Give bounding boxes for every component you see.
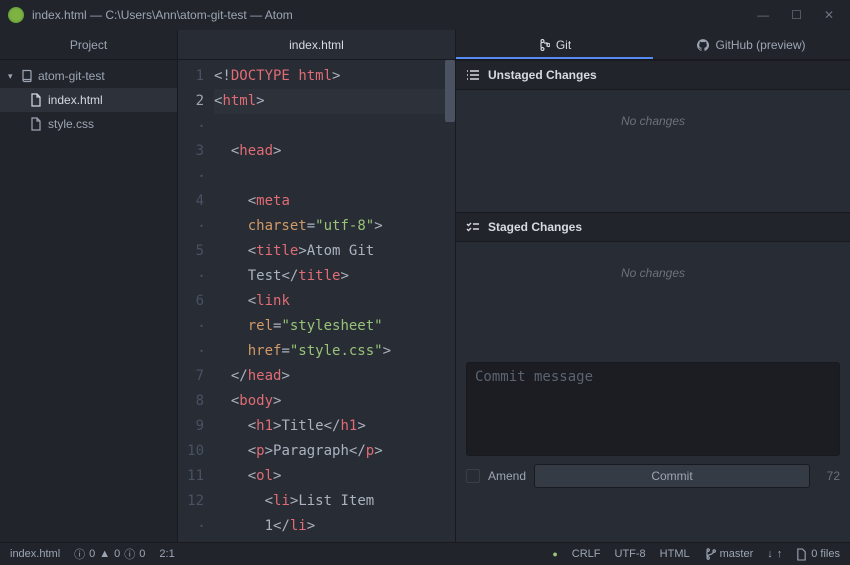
file-icon [30,93,48,107]
maximize-icon[interactable]: ☐ [791,8,802,22]
close-icon[interactable]: ✕ [824,8,834,22]
chevron-down-icon: ▾ [8,71,20,82]
file-icon [796,548,807,561]
git-tabs: Git GitHub (preview) [456,30,850,60]
status-grammar[interactable]: HTML [660,548,690,560]
commit-button[interactable]: Commit [534,464,810,488]
status-fetch[interactable]: ↓ ↑ [767,548,782,560]
editor-pane: index.html 12•3•4•5•6••789101112•13• <!D… [178,30,456,542]
project-pane: Project ▾ atom-git-test index.html style… [0,30,178,542]
git-pane: Git GitHub (preview) Unstaged Changes No… [456,30,850,542]
amend-checkbox[interactable] [466,469,480,483]
warning-icon: ▲ [99,548,110,560]
title-bar: index.html — C:\Users\Ann\atom-git-test … [0,0,850,30]
error-icon: ⓘ [74,546,85,562]
staged-title: Staged Changes [488,220,582,234]
status-branch[interactable]: master [704,548,754,560]
git-branch-icon [704,548,716,560]
status-file[interactable]: index.html [10,548,60,560]
editor-tab[interactable]: index.html [178,30,455,59]
staged-header[interactable]: Staged Changes [456,212,850,242]
staged-empty: No changes [621,266,685,280]
status-bar: index.html ⓘ0 ▲0 ⓘ0 2:1 ● CRLF UTF-8 HTM… [0,542,850,565]
tab-git-label: Git [556,38,571,52]
commit-char-count: 72 [818,469,840,483]
status-encoding[interactable]: UTF-8 [615,548,646,560]
amend-label: Amend [488,469,526,483]
editor-tabs: index.html [178,30,455,60]
tree-file-label: style.css [48,117,94,131]
tree-file-index[interactable]: index.html [0,88,177,112]
window-title: index.html — C:\Users\Ann\atom-git-test … [32,8,757,22]
scrollbar[interactable] [445,60,455,122]
tree-root[interactable]: ▾ atom-git-test [0,64,177,88]
arrow-down-icon: ↓ [767,548,773,560]
status-diagnostics[interactable]: ⓘ0 ▲0 ⓘ0 [74,546,145,562]
arrow-up-icon: ↑ [777,548,783,560]
atom-logo-icon [8,7,24,23]
tree-file-label: index.html [48,93,103,107]
commit-message-input[interactable]: Commit message [466,362,840,456]
staged-body: No changes [456,242,850,352]
project-header: Project [0,30,177,60]
tab-github[interactable]: GitHub (preview) [653,30,850,59]
tree-root-label: atom-git-test [38,69,105,83]
tree-file-style[interactable]: style.css [0,112,177,136]
unstaged-header[interactable]: Unstaged Changes [456,60,850,90]
gutter: 12•3•4•5•6••789101112•13• [178,60,214,542]
tab-github-label: GitHub (preview) [715,38,805,52]
info-icon: ⓘ [124,546,135,562]
repo-icon [20,69,38,83]
unstaged-body: No changes [456,90,850,212]
git-compare-icon [538,39,550,51]
list-icon [466,69,480,81]
tab-git[interactable]: Git [456,30,653,59]
status-files[interactable]: 0 files [796,548,840,561]
minimize-icon[interactable]: — [757,8,769,22]
file-icon [30,117,48,131]
code-area[interactable]: <!DOCTYPE html><html> <head> <meta chars… [214,60,455,542]
status-dot-icon: ● [552,549,557,559]
status-eol[interactable]: CRLF [572,548,601,560]
editor-body[interactable]: 12•3•4•5•6••789101112•13• <!DOCTYPE html… [178,60,455,542]
unstaged-title: Unstaged Changes [488,68,597,82]
unstaged-empty: No changes [621,114,685,128]
check-list-icon [466,221,480,233]
github-icon [697,39,709,51]
status-cursor[interactable]: 2:1 [159,548,174,560]
